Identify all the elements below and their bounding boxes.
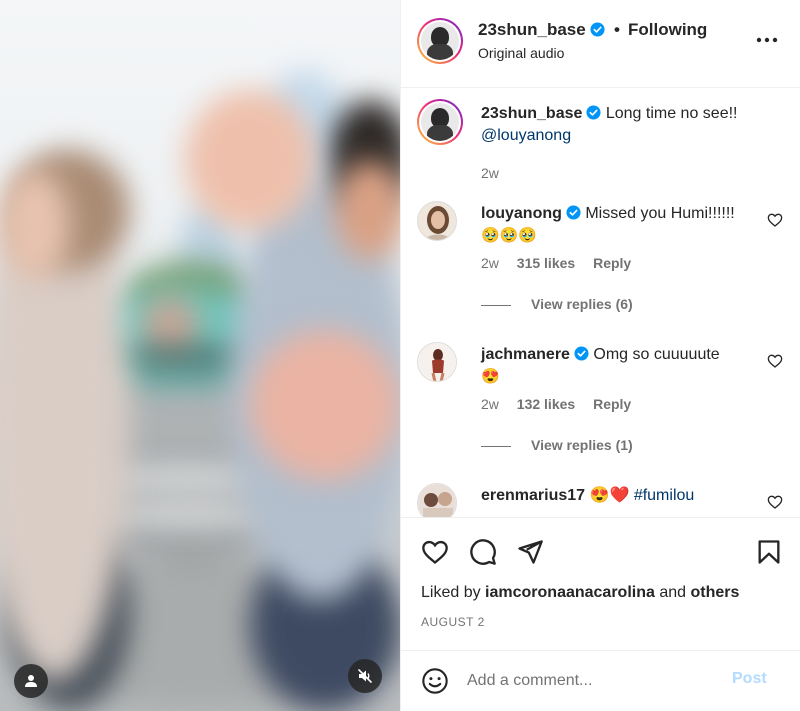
author-username-link[interactable]: 23shun_base: [478, 20, 605, 40]
reply-button[interactable]: Reply: [593, 255, 631, 271]
mention-link[interactable]: @louyanong: [481, 127, 571, 144]
comments-list[interactable]: 23shun_base Long time no see!! @louyanon…: [401, 89, 800, 517]
user-icon: [25, 675, 37, 687]
comment-bubble-icon[interactable]: [469, 538, 497, 566]
caption-text: 23shun_base Long time no see!! @louyanon…: [481, 103, 759, 147]
following-button[interactable]: Following: [628, 20, 707, 40]
audio-link[interactable]: Original audio: [478, 45, 564, 61]
caption-meta: 2w: [481, 165, 513, 181]
comment-likes-count[interactable]: 315 likes: [517, 255, 575, 271]
post-date[interactable]: AUGUST 2: [421, 615, 485, 629]
comment-text: louyanong Missed you Humi!!!!!! 🥹🥹🥹: [481, 205, 735, 244]
verified-badge-icon: [590, 22, 605, 37]
view-replies-button[interactable]: View replies (6): [481, 296, 633, 312]
commenter-avatar[interactable]: [417, 342, 457, 382]
caption-username[interactable]: 23shun_base: [481, 105, 582, 122]
post-header: 23shun_base • Following Original audio: [401, 0, 800, 88]
caption-author-avatar[interactable]: [417, 99, 463, 145]
comment-composer: Post: [401, 650, 800, 711]
comment-likes-count[interactable]: 132 likes: [517, 396, 575, 412]
separator-dot: •: [614, 20, 620, 39]
comment-text: erenmarius17 😍❤️ #fumilou: [481, 487, 695, 504]
verified-badge-icon: [566, 205, 581, 220]
liked-by-others-link[interactable]: others: [691, 584, 740, 601]
post-details-panel: 23shun_base • Following Original audio 2…: [400, 0, 800, 711]
view-replies-button[interactable]: View replies (1): [481, 437, 633, 453]
like-comment-heart-icon[interactable]: [767, 494, 783, 510]
mute-toggle-button[interactable]: [348, 659, 382, 693]
more-horizontal-icon: [756, 37, 778, 43]
hashtag-link[interactable]: #fumilou: [634, 487, 694, 504]
comment-username[interactable]: louyanong: [481, 205, 562, 222]
comment-text: jachmanere Omg so cuuuuute 😍: [481, 346, 720, 385]
author-avatar[interactable]: [417, 18, 463, 64]
comment-username[interactable]: jachmanere: [481, 346, 570, 363]
more-options-button[interactable]: [753, 26, 781, 54]
add-comment-input[interactable]: [467, 669, 717, 693]
share-paper-plane-icon[interactable]: [516, 538, 544, 566]
caption-time[interactable]: 2w: [481, 165, 499, 181]
caption-body: Long time no see!!: [605, 105, 738, 122]
like-comment-heart-icon[interactable]: [767, 212, 783, 228]
verified-badge-icon: [586, 105, 601, 120]
reply-button[interactable]: Reply: [593, 396, 631, 412]
liked-by-user-link[interactable]: iamcoronaanacarolina: [485, 584, 655, 601]
comment-username[interactable]: erenmarius17: [481, 487, 585, 504]
like-comment-heart-icon[interactable]: [767, 353, 783, 369]
reel-video[interactable]: [0, 0, 400, 711]
tagged-users-button[interactable]: [14, 664, 48, 698]
verified-badge-icon: [574, 346, 589, 361]
commenter-avatar[interactable]: [417, 483, 457, 517]
comment-meta: 2w 132 likes Reply: [481, 396, 632, 412]
comment-meta: 2w 315 likes Reply: [481, 255, 632, 271]
post-comment-button[interactable]: Post: [732, 670, 767, 688]
liked-by-summary: Liked by iamcoronaanacarolina and others: [421, 584, 740, 601]
commenter-avatar[interactable]: [417, 201, 457, 241]
like-heart-icon[interactable]: [421, 538, 449, 566]
emoji-smiley-icon[interactable]: [421, 667, 449, 695]
speaker-muted-icon: [358, 669, 372, 683]
save-bookmark-icon[interactable]: [755, 538, 783, 566]
